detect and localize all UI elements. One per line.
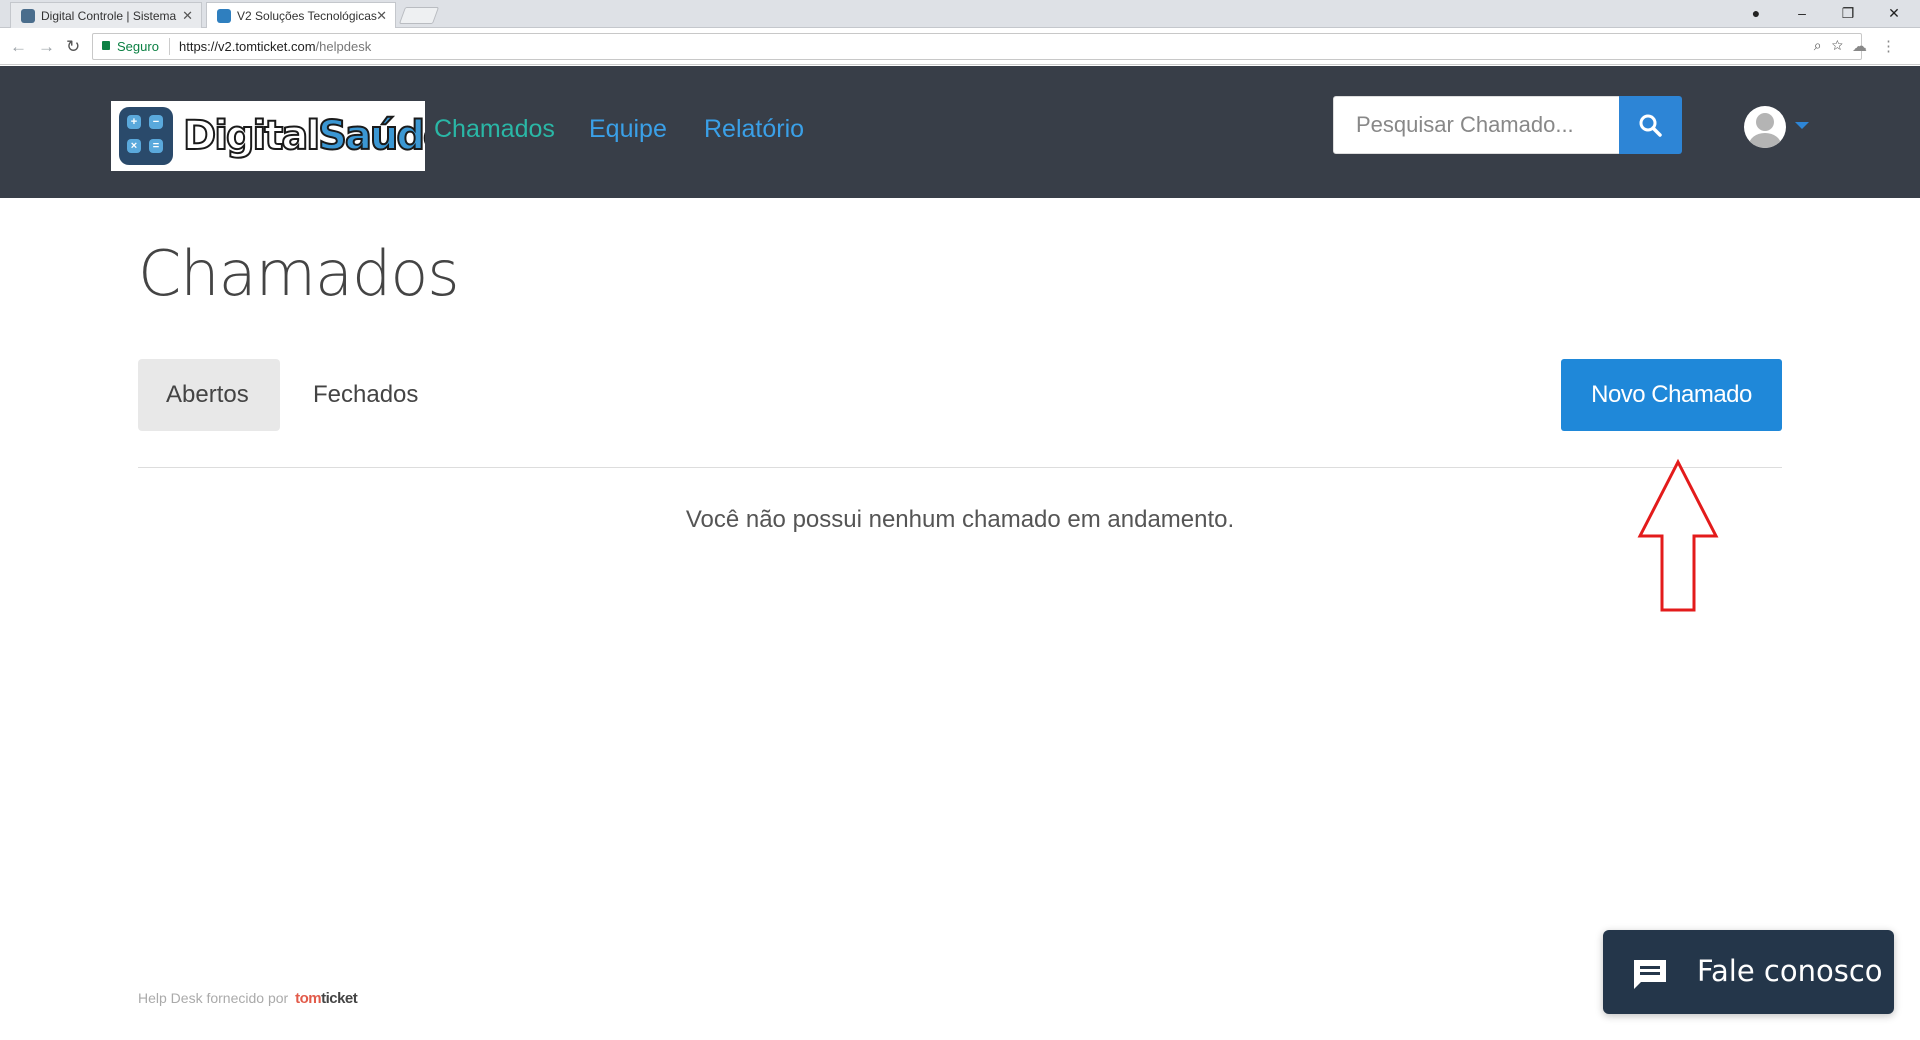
tab-fechados[interactable]: Fechados (285, 359, 446, 431)
close-tab-icon[interactable]: ✕ (182, 3, 193, 28)
profile-icon[interactable]: ● (1734, 0, 1778, 28)
minimize-icon[interactable]: – (1780, 0, 1824, 28)
search-form (1333, 96, 1682, 154)
close-tab-icon[interactable]: ✕ (376, 3, 387, 28)
annotation-arrow-icon (1637, 458, 1719, 612)
zoom-and-bookmark-icons[interactable]: ⌕☆ (1814, 37, 1853, 54)
divider (169, 38, 170, 55)
app-header: + − × = DigitalSaúde Chamados Equipe Rel… (0, 66, 1920, 198)
reload-icon[interactable]: ↻ (66, 37, 80, 57)
search-button[interactable] (1619, 96, 1682, 154)
address-bar[interactable]: Seguro https://v2.tomticket.com/helpdesk… (92, 33, 1862, 60)
tab-favicon-icon (217, 9, 231, 23)
empty-state-message: Você não possui nenhum chamado em andame… (685, 506, 1235, 533)
back-icon[interactable]: ← (10, 37, 27, 57)
chat-label: Fale conosco (1697, 954, 1883, 988)
browser-tab-1[interactable]: Digital Controle | Sistema ✕ (10, 2, 202, 28)
footer-text: Help Desk fornecido por (138, 990, 289, 1006)
user-avatar[interactable] (1744, 106, 1786, 148)
search-icon (1639, 114, 1662, 137)
chevron-down-icon[interactable] (1795, 122, 1809, 129)
tab-abertos[interactable]: Abertos (138, 359, 280, 431)
tab-title: Digital Controle | Sistema (41, 9, 177, 23)
footer: Help Desk fornecido por tomticket (138, 990, 358, 1007)
divider (138, 467, 1782, 468)
restore-icon[interactable]: ❐ (1826, 0, 1870, 28)
chat-icon (1634, 960, 1666, 989)
nav-chamados[interactable]: Chamados (434, 115, 555, 144)
calculator-icon: + − × = (119, 107, 173, 165)
logo-wordmark: DigitalSaúde (182, 112, 425, 160)
chat-widget-button[interactable]: Fale conosco (1603, 930, 1894, 1014)
browser-tabstrip: Digital Controle | Sistema ✕ V2 Soluções… (0, 0, 1920, 28)
browser-toolbar: ← → ↻ Seguro https://v2.tomticket.com/he… (0, 29, 1920, 65)
new-tab-button[interactable] (398, 7, 440, 24)
tomticket-logo[interactable]: tomticket (295, 990, 358, 1007)
page-title: Chamados (138, 237, 460, 310)
nav-relatorio[interactable]: Relatório (704, 115, 804, 144)
search-input[interactable] (1333, 96, 1620, 154)
extension-and-menu-icons[interactable]: ☁⋮ (1852, 37, 1910, 55)
tab-title: V2 Soluções Tecnológicas (237, 9, 377, 23)
nav-equipe[interactable]: Equipe (589, 115, 667, 144)
novo-chamado-button[interactable]: Novo Chamado (1561, 359, 1782, 431)
url-text[interactable]: https://v2.tomticket.com/helpdesk (179, 39, 371, 54)
digital-saude-logo[interactable]: + − × = DigitalSaúde (111, 101, 425, 171)
close-window-icon[interactable]: ✕ (1872, 0, 1916, 28)
tab-favicon-icon (21, 9, 35, 23)
forward-icon[interactable]: → (38, 37, 55, 57)
browser-tab-2[interactable]: V2 Soluções Tecnológicas ✕ (206, 2, 396, 28)
lock-icon (102, 41, 110, 50)
security-label: Seguro (117, 39, 159, 54)
